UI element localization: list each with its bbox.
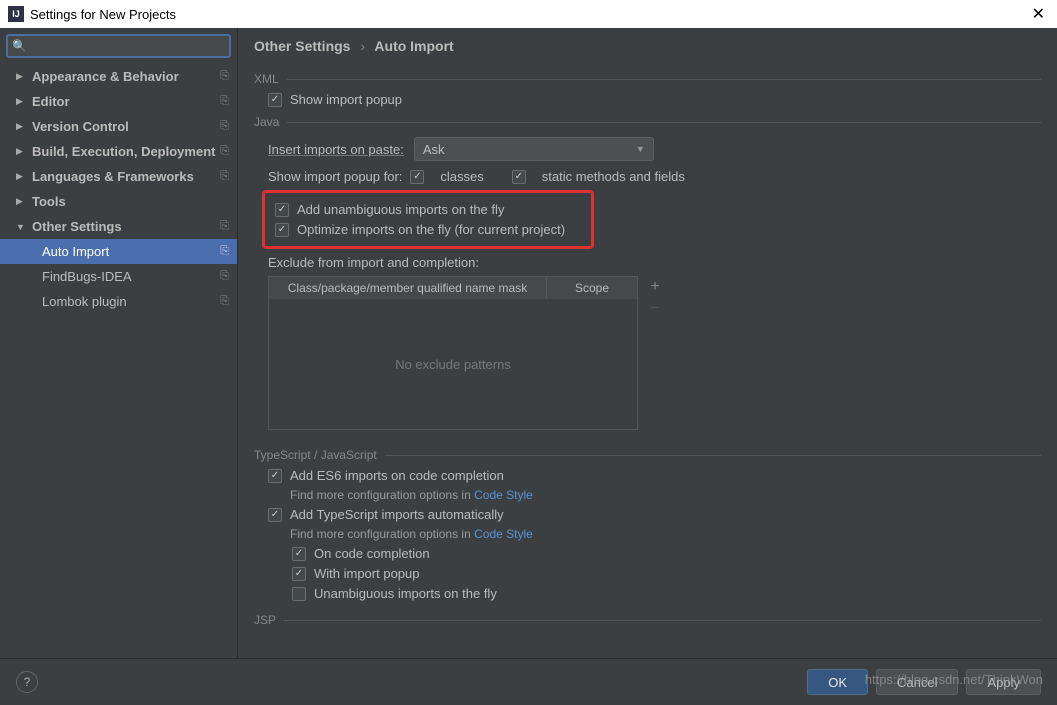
reset-icon[interactable]: ⎘ bbox=[220, 220, 229, 233]
chevron-right-icon: ▶ bbox=[16, 71, 26, 82]
reset-icon[interactable]: ⎘ bbox=[220, 270, 229, 283]
tree-item-version-control[interactable]: ▶Version Control⎘ bbox=[0, 114, 237, 139]
tree-item-editor[interactable]: ▶Editor⎘ bbox=[0, 89, 237, 114]
tree-item-lombok[interactable]: Lombok plugin⎘ bbox=[0, 289, 237, 314]
reset-icon[interactable]: ⎘ bbox=[220, 145, 229, 158]
tree-item-appearance[interactable]: ▶Appearance & Behavior⎘ bbox=[0, 64, 237, 89]
close-icon[interactable]: ✕ bbox=[1028, 4, 1049, 24]
tree-item-build[interactable]: ▶Build, Execution, Deployment⎘ bbox=[0, 139, 237, 164]
reset-icon[interactable]: ⎘ bbox=[220, 245, 229, 258]
tree-item-findbugs[interactable]: FindBugs-IDEA⎘ bbox=[0, 264, 237, 289]
add-button[interactable]: + bbox=[644, 276, 666, 298]
tree-item-other-settings[interactable]: ▼Other Settings⎘ bbox=[0, 214, 237, 239]
app-icon: IJ bbox=[8, 6, 24, 22]
checkbox-optimize-imports[interactable]: Optimize imports on the fly (for current… bbox=[275, 222, 587, 237]
checkbox-xml-show-import-popup[interactable]: Show import popup bbox=[268, 92, 1041, 107]
link-code-style[interactable]: Code Style bbox=[474, 488, 533, 502]
checkbox-with-import-popup[interactable]: With import popup bbox=[292, 566, 1041, 581]
chevron-right-icon: ▶ bbox=[16, 96, 26, 107]
cancel-button[interactable]: Cancel bbox=[876, 669, 958, 695]
search-icon: 🔍 bbox=[12, 39, 27, 53]
section-typescript: TypeScript / JavaScript bbox=[254, 448, 1041, 462]
reset-icon[interactable]: ⎘ bbox=[220, 295, 229, 308]
search-input[interactable] bbox=[31, 39, 225, 53]
checkbox-add-es6[interactable]: Add ES6 imports on code completion bbox=[268, 468, 1041, 483]
tree-item-tools[interactable]: ▶Tools bbox=[0, 189, 237, 214]
select-insert-imports[interactable]: Ask▼ bbox=[414, 137, 654, 161]
remove-button[interactable]: − bbox=[644, 298, 666, 320]
highlight-box: Add unambiguous imports on the fly Optim… bbox=[262, 190, 594, 249]
checkbox-icon bbox=[275, 223, 289, 237]
label-exclude: Exclude from import and completion: bbox=[268, 255, 1041, 270]
checkbox-icon bbox=[268, 508, 282, 522]
table-header-name[interactable]: Class/package/member qualified name mask bbox=[269, 277, 547, 299]
label-show-import-popup-for: Show import popup for: bbox=[268, 169, 402, 184]
chevron-right-icon: ▶ bbox=[16, 171, 26, 182]
hint-es6: Find more configuration options in Code … bbox=[290, 488, 1041, 502]
table-header-scope[interactable]: Scope bbox=[547, 277, 637, 299]
link-code-style[interactable]: Code Style bbox=[474, 527, 533, 541]
reset-icon[interactable]: ⎘ bbox=[220, 95, 229, 108]
chevron-right-icon: ▶ bbox=[16, 196, 26, 207]
help-button[interactable]: ? bbox=[16, 671, 38, 693]
checkbox-add-typescript[interactable]: Add TypeScript imports automatically bbox=[268, 507, 1041, 522]
checkbox-add-unambiguous[interactable]: Add unambiguous imports on the fly bbox=[275, 202, 587, 217]
ok-button[interactable]: OK bbox=[807, 669, 868, 695]
apply-button[interactable]: Apply bbox=[966, 669, 1041, 695]
checkbox-icon bbox=[268, 469, 282, 483]
hint-ts: Find more configuration options in Code … bbox=[290, 527, 1041, 541]
checkbox-icon bbox=[268, 93, 282, 107]
section-xml: XML bbox=[254, 72, 1041, 86]
breadcrumb-separator: › bbox=[360, 38, 365, 54]
checkbox-icon bbox=[292, 587, 306, 601]
reset-icon[interactable]: ⎘ bbox=[220, 70, 229, 83]
checkbox-classes[interactable] bbox=[410, 170, 424, 184]
checkbox-static-methods[interactable] bbox=[512, 170, 526, 184]
checkbox-icon bbox=[292, 547, 306, 561]
section-java: Java bbox=[254, 115, 1041, 129]
chevron-right-icon: ▶ bbox=[16, 121, 26, 132]
tree-item-languages[interactable]: ▶Languages & Frameworks⎘ bbox=[0, 164, 237, 189]
sidebar: 🔍 ▶Appearance & Behavior⎘ ▶Editor⎘ ▶Vers… bbox=[0, 28, 238, 658]
checkbox-icon bbox=[275, 203, 289, 217]
label-insert-imports: Insert imports on paste: bbox=[268, 142, 404, 157]
chevron-right-icon: ▶ bbox=[16, 146, 26, 157]
search-box[interactable]: 🔍 bbox=[6, 34, 231, 58]
window-title: Settings for New Projects bbox=[30, 7, 176, 22]
chevron-down-icon: ▼ bbox=[16, 222, 26, 232]
breadcrumb: Other Settings › Auto Import bbox=[238, 28, 1057, 64]
reset-icon[interactable]: ⎘ bbox=[220, 120, 229, 133]
footer: ? OK Cancel Apply bbox=[0, 658, 1057, 705]
settings-tree: ▶Appearance & Behavior⎘ ▶Editor⎘ ▶Versio… bbox=[0, 64, 237, 658]
breadcrumb-parent[interactable]: Other Settings bbox=[254, 38, 350, 54]
chevron-down-icon: ▼ bbox=[636, 144, 645, 154]
checkbox-icon bbox=[292, 567, 306, 581]
exclude-table: Class/package/member qualified name mask… bbox=[268, 276, 638, 430]
checkbox-on-code-completion[interactable]: On code completion bbox=[292, 546, 1041, 561]
titlebar: IJ Settings for New Projects ✕ bbox=[0, 0, 1057, 28]
reset-icon[interactable]: ⎘ bbox=[220, 170, 229, 183]
tree-item-auto-import[interactable]: Auto Import⎘ bbox=[0, 239, 237, 264]
section-jsp: JSP bbox=[254, 613, 1041, 627]
table-empty-message: No exclude patterns bbox=[269, 299, 637, 429]
checkbox-unambiguous-fly[interactable]: Unambiguous imports on the fly bbox=[292, 586, 1041, 601]
breadcrumb-child: Auto Import bbox=[374, 38, 453, 54]
